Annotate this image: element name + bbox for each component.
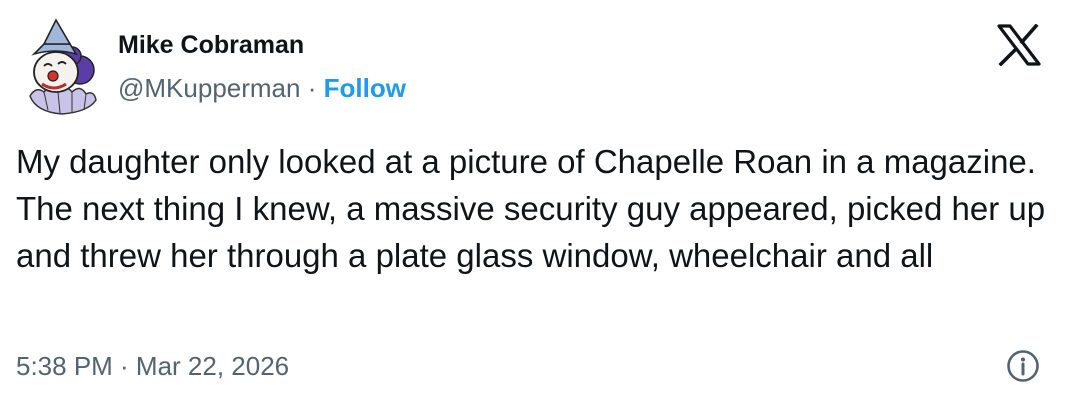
avatar[interactable] [22, 14, 106, 118]
author-handle[interactable]: @MKupperman [118, 73, 300, 103]
info-icon[interactable] [1006, 349, 1040, 383]
author-name[interactable]: Mike Cobraman [118, 30, 304, 60]
follow-button[interactable]: Follow [324, 73, 406, 103]
tweet-text: My daughter only looked at a picture of … [16, 143, 1046, 274]
clown-avatar-icon [29, 18, 97, 115]
tweet-timestamp[interactable]: 5:38 PM · Mar 22, 2026 [16, 350, 289, 382]
x-logo-icon[interactable] [996, 24, 1042, 66]
author-handle-row: @MKupperman · Follow [118, 72, 406, 104]
separator: · [307, 73, 317, 103]
